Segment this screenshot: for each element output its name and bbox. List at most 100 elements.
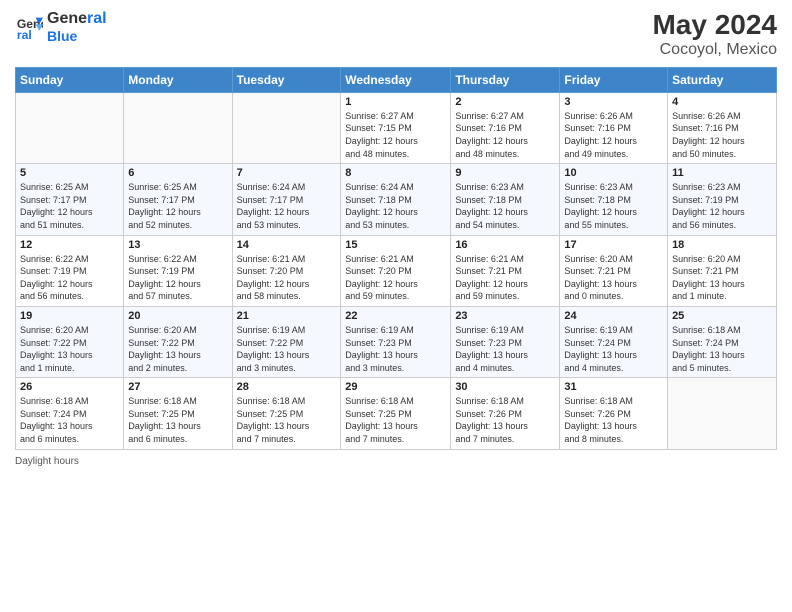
day-info: Sunrise: 6:27 AM Sunset: 7:15 PM Dayligh… [345,110,446,160]
calendar-week-row: 1Sunrise: 6:27 AM Sunset: 7:15 PM Daylig… [16,92,777,163]
day-info: Sunrise: 6:26 AM Sunset: 7:16 PM Dayligh… [672,110,772,160]
day-number: 5 [20,167,119,179]
footer: Daylight hours [15,456,777,467]
calendar-header-row: SundayMondayTuesdayWednesdayThursdayFrid… [16,67,777,92]
day-info: Sunrise: 6:20 AM Sunset: 7:21 PM Dayligh… [564,253,663,303]
day-number: 28 [237,381,337,393]
table-row: 3 Sunrise: 6:26 AM Sunset: 7:16 PM Daylig… [560,92,668,163]
table-row: 24Sunrise: 6:19 AM Sunset: 7:24 PM Dayli… [560,306,668,377]
calendar-day-header: Friday [560,67,668,92]
table-row: 30 Sunrise: 6:18 AM Sunset: 7:26 PM Dayli… [451,378,560,449]
day-number: 29 [345,381,446,393]
table-row: 7Sunrise: 6:24 AM Sunset: 7:17 PM Daylig… [232,164,341,235]
day-number: 21 [237,310,337,322]
day-number: 16 [455,239,555,251]
logo-icon: Gene ral [15,13,43,41]
day-number: 10 [564,167,663,179]
day-number: 25 [672,310,772,322]
day-number: 27 [128,381,227,393]
table-row [124,92,232,163]
day-info: Sunrise: 6:23 AM Sunset: 7:18 PM Dayligh… [455,181,555,231]
title-area: May 2024 Cocoyol, Mexico [652,10,777,59]
day-info: Sunrise: 6:27 AM Sunset: 7:16 PM Dayligh… [455,110,555,160]
day-number: 15 [345,239,446,251]
day-number: 4 [672,96,772,108]
table-row [232,92,341,163]
calendar-day-header: Thursday [451,67,560,92]
table-row: 11 Sunrise: 6:23 AM Sunset: 7:19 PM Dayli… [668,164,777,235]
table-row: 13Sunrise: 6:22 AM Sunset: 7:19 PM Dayli… [124,235,232,306]
table-row: 9Sunrise: 6:23 AM Sunset: 7:18 PM Daylig… [451,164,560,235]
day-info: Sunrise: 6:23 AM Sunset: 7:19 PM Dayligh… [672,181,772,231]
table-row: 23Sunrise: 6:19 AM Sunset: 7:23 PM Dayli… [451,306,560,377]
calendar-week-row: 12 Sunrise: 6:22 AM Sunset: 7:19 PM Dayli… [16,235,777,306]
day-info: Sunrise: 6:20 AM Sunset: 7:21 PM Dayligh… [672,253,772,303]
day-info: Sunrise: 6:18 AM Sunset: 7:26 PM Dayligh… [455,395,555,445]
day-info: Sunrise: 6:23 AM Sunset: 7:18 PM Dayligh… [564,181,663,231]
day-number: 20 [128,310,227,322]
table-row: 1Sunrise: 6:27 AM Sunset: 7:15 PM Daylig… [341,92,451,163]
logo-text: General Blue [47,10,107,44]
day-info: Sunrise: 6:22 AM Sunset: 7:19 PM Dayligh… [128,253,227,303]
day-info: Sunrise: 6:20 AM Sunset: 7:22 PM Dayligh… [128,324,227,374]
day-info: Sunrise: 6:18 AM Sunset: 7:25 PM Dayligh… [128,395,227,445]
day-number: 31 [564,381,663,393]
table-row: 29 Sunrise: 6:18 AM Sunset: 7:25 PM Dayli… [341,378,451,449]
table-row [16,92,124,163]
day-info: Sunrise: 6:18 AM Sunset: 7:24 PM Dayligh… [20,395,119,445]
day-number: 19 [20,310,119,322]
day-number: 2 [455,96,555,108]
table-row: 31 Sunrise: 6:18 AM Sunset: 7:26 PM Dayli… [560,378,668,449]
day-info: Sunrise: 6:26 AM Sunset: 7:16 PM Dayligh… [564,110,663,160]
day-number: 6 [128,167,227,179]
day-number: 11 [672,167,772,179]
footer-text: Daylight hours [15,456,79,467]
table-row: 26 Sunrise: 6:18 AM Sunset: 7:24 PM Dayli… [16,378,124,449]
table-row: 2 Sunrise: 6:27 AM Sunset: 7:16 PM Daylig… [451,92,560,163]
table-row: 21 Sunrise: 6:19 AM Sunset: 7:22 PM Dayli… [232,306,341,377]
day-number: 30 [455,381,555,393]
day-info: Sunrise: 6:19 AM Sunset: 7:22 PM Dayligh… [237,324,337,374]
day-info: Sunrise: 6:18 AM Sunset: 7:25 PM Dayligh… [345,395,446,445]
day-info: Sunrise: 6:18 AM Sunset: 7:26 PM Dayligh… [564,395,663,445]
calendar-day-header: Wednesday [341,67,451,92]
page: Gene ral General Blue May 2024 Cocoyol, … [0,0,792,612]
day-number: 14 [237,239,337,251]
day-number: 12 [20,239,119,251]
table-row: 17Sunrise: 6:20 AM Sunset: 7:21 PM Dayli… [560,235,668,306]
calendar-week-row: 19 Sunrise: 6:20 AM Sunset: 7:22 PM Dayli… [16,306,777,377]
day-number: 3 [564,96,663,108]
table-row: 19 Sunrise: 6:20 AM Sunset: 7:22 PM Dayli… [16,306,124,377]
day-info: Sunrise: 6:21 AM Sunset: 7:20 PM Dayligh… [237,253,337,303]
table-row: 14 Sunrise: 6:21 AM Sunset: 7:20 PM Dayli… [232,235,341,306]
table-row: 4 Sunrise: 6:26 AM Sunset: 7:16 PM Daylig… [668,92,777,163]
day-info: Sunrise: 6:21 AM Sunset: 7:20 PM Dayligh… [345,253,446,303]
day-number: 23 [455,310,555,322]
day-info: Sunrise: 6:24 AM Sunset: 7:18 PM Dayligh… [345,181,446,231]
logo: Gene ral General Blue [15,10,107,44]
table-row: 5Sunrise: 6:25 AM Sunset: 7:17 PM Daylig… [16,164,124,235]
calendar-week-row: 5Sunrise: 6:25 AM Sunset: 7:17 PM Daylig… [16,164,777,235]
calendar-day-header: Sunday [16,67,124,92]
header: Gene ral General Blue May 2024 Cocoyol, … [15,10,777,59]
day-number: 22 [345,310,446,322]
table-row: 27 Sunrise: 6:18 AM Sunset: 7:25 PM Dayli… [124,378,232,449]
day-number: 18 [672,239,772,251]
table-row: 6Sunrise: 6:25 AM Sunset: 7:17 PM Daylig… [124,164,232,235]
day-info: Sunrise: 6:18 AM Sunset: 7:25 PM Dayligh… [237,395,337,445]
calendar-day-header: Monday [124,67,232,92]
table-row: 12Sunrise: 6:22 AM Sunset: 7:19 PM Dayli… [16,235,124,306]
calendar-week-row: 26 Sunrise: 6:18 AM Sunset: 7:24 PM Dayli… [16,378,777,449]
day-info: Sunrise: 6:20 AM Sunset: 7:22 PM Dayligh… [20,324,119,374]
table-row: 28 Sunrise: 6:18 AM Sunset: 7:25 PM Dayli… [232,378,341,449]
day-info: Sunrise: 6:19 AM Sunset: 7:24 PM Dayligh… [564,324,663,374]
day-number: 26 [20,381,119,393]
day-info: Sunrise: 6:24 AM Sunset: 7:17 PM Dayligh… [237,181,337,231]
svg-text:ral: ral [17,28,32,41]
table-row: 15 Sunrise: 6:21 AM Sunset: 7:20 PM Dayli… [341,235,451,306]
day-info: Sunrise: 6:21 AM Sunset: 7:21 PM Dayligh… [455,253,555,303]
calendar-day-header: Saturday [668,67,777,92]
page-title: May 2024 [652,10,777,41]
table-row: 18 Sunrise: 6:20 AM Sunset: 7:21 PM Dayli… [668,235,777,306]
table-row: 8Sunrise: 6:24 AM Sunset: 7:18 PM Daylig… [341,164,451,235]
